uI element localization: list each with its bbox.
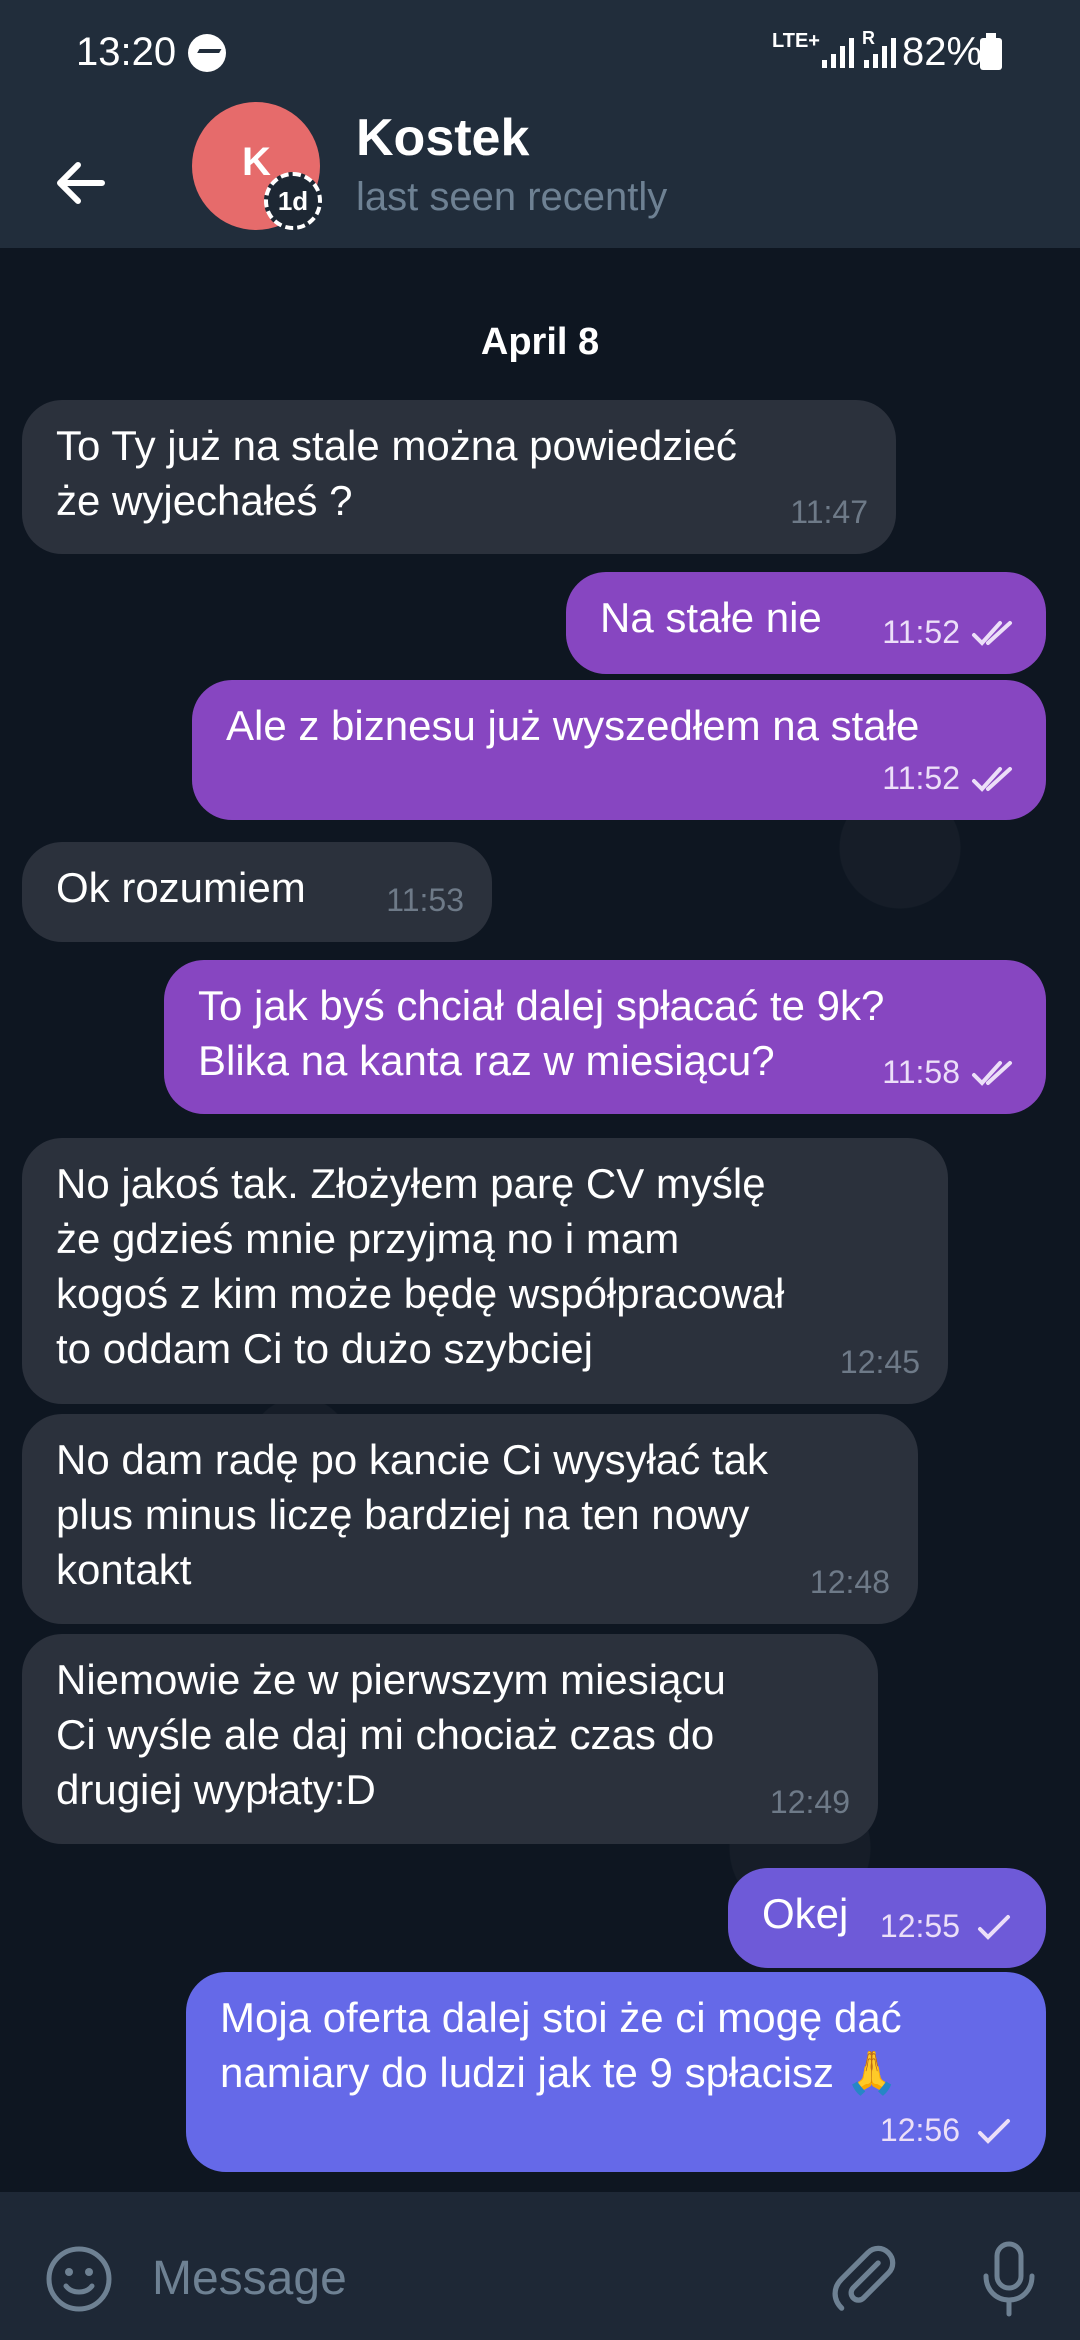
double-check-icon bbox=[972, 766, 1012, 792]
message-time: 11:58 bbox=[882, 1054, 960, 1090]
message-outgoing[interactable]: Na stałe nie 11:52 bbox=[566, 572, 1046, 674]
mic-button[interactable] bbox=[976, 2238, 1042, 2320]
network-type: LTE+ bbox=[772, 30, 820, 52]
message-incoming[interactable]: No jakoś tak. Złożyłem parę CV myślę że … bbox=[22, 1138, 948, 1404]
story-badge[interactable]: 1d bbox=[264, 172, 322, 230]
signal-icon bbox=[822, 38, 858, 68]
message-outgoing[interactable]: Ale z biznesu już wyszedłem na stałe 11:… bbox=[192, 680, 1046, 820]
contact-status: last seen recently bbox=[356, 175, 668, 219]
battery-level: 82% bbox=[902, 30, 983, 74]
message-outgoing[interactable]: Moja oferta dalej stoi że ci mogę dać na… bbox=[186, 1972, 1046, 2172]
messenger-icon bbox=[188, 34, 226, 72]
mic-icon bbox=[983, 2241, 1035, 2317]
message-outgoing[interactable]: To jak byś chciał dalej spłacać te 9k? B… bbox=[164, 960, 1046, 1114]
message-time: 11:52 bbox=[882, 614, 960, 650]
message-text: No jakoś tak. Złożyłem parę CV myślę że … bbox=[56, 1160, 785, 1372]
message-input-bar bbox=[0, 2192, 1080, 2340]
double-check-icon bbox=[972, 620, 1012, 646]
message-text: No dam radę po kancie Ci wysyłać tak plu… bbox=[56, 1436, 768, 1593]
message-text: Niemowie że w pierwszym miesiącu Ci wyśl… bbox=[56, 1656, 726, 1813]
message-time: 12:56 bbox=[879, 2112, 960, 2148]
message-time: 12:48 bbox=[809, 1564, 890, 1600]
battery-icon bbox=[980, 33, 1002, 70]
emoji-icon bbox=[46, 2246, 112, 2312]
back-button[interactable] bbox=[40, 140, 126, 226]
single-check-icon bbox=[978, 1914, 1010, 1940]
message-time: 11:53 bbox=[386, 882, 464, 918]
status-time: 13:20 bbox=[76, 30, 177, 74]
message-incoming[interactable]: No dam radę po kancie Ci wysyłać tak plu… bbox=[22, 1414, 918, 1624]
message-time: 12:55 bbox=[879, 1908, 960, 1944]
contact-name[interactable]: Kostek bbox=[356, 108, 529, 168]
message-text: Moja oferta dalej stoi że ci mogę dać na… bbox=[220, 1994, 902, 2096]
double-check-icon bbox=[972, 1060, 1012, 1086]
message-time: 12:49 bbox=[769, 1784, 850, 1820]
attach-button[interactable] bbox=[830, 2244, 900, 2314]
date-separator: April 8 bbox=[480, 321, 600, 363]
message-time: 11:47 bbox=[790, 494, 868, 530]
single-check-icon bbox=[978, 2118, 1010, 2144]
avatar-letter: K bbox=[242, 140, 271, 184]
message-time: 12:45 bbox=[839, 1344, 920, 1380]
status-bar: 13:20 LTE+ R 82% bbox=[0, 0, 1080, 110]
message-outgoing[interactable]: Okej 12:55 bbox=[728, 1868, 1046, 1968]
message-incoming[interactable]: Niemowie że w pierwszym miesiącu Ci wyśl… bbox=[22, 1634, 878, 1844]
signal-icon bbox=[864, 38, 900, 68]
message-text: To Ty już na stale można powiedzieć że w… bbox=[56, 422, 737, 524]
message-incoming[interactable]: To Ty już na stale można powiedzieć że w… bbox=[22, 400, 896, 554]
emoji-button[interactable] bbox=[44, 2244, 114, 2314]
back-arrow-icon bbox=[57, 162, 105, 204]
message-time: 11:52 bbox=[882, 760, 960, 796]
message-input[interactable] bbox=[150, 2242, 754, 2314]
message-incoming[interactable]: Ok rozumiem 11:53 bbox=[22, 842, 492, 942]
attach-icon bbox=[832, 2245, 896, 2311]
message-text: Ale z biznesu już wyszedłem na stałe bbox=[226, 702, 920, 749]
